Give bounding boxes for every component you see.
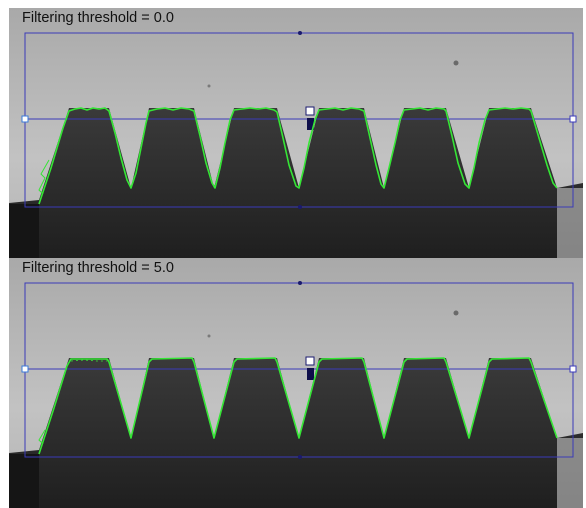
roi-left-handle[interactable]	[21, 115, 29, 123]
dust-speck	[453, 60, 459, 66]
roi-rotate-handle[interactable]	[305, 106, 315, 116]
base-shadow	[9, 204, 39, 258]
roi-right-handle[interactable]	[569, 365, 577, 373]
dust-speck	[453, 310, 459, 316]
caption-threshold-top: Filtering threshold = 0.0	[22, 10, 174, 26]
roi-rotate-handle[interactable]	[305, 356, 315, 366]
comparison-view: Filtering threshold = 0.0 Filtering thre…	[0, 0, 586, 508]
roi-right-handle[interactable]	[569, 115, 577, 123]
caption-threshold-bottom: Filtering threshold = 5.0	[22, 260, 174, 276]
dust-speck	[207, 334, 211, 338]
panel-image-bottom	[9, 258, 583, 508]
roi-bottom-handle[interactable]	[298, 455, 302, 459]
base-shadow	[9, 454, 39, 508]
roi-bottom-handle[interactable]	[298, 205, 302, 209]
roi-left-handle[interactable]	[21, 365, 29, 373]
roi-direction-marker	[307, 368, 314, 380]
right-glare	[557, 188, 583, 258]
right-glare	[557, 438, 583, 508]
panel-image-top	[9, 8, 583, 258]
roi-top-handle[interactable]	[298, 281, 302, 285]
panel-threshold-0: Filtering threshold = 0.0	[9, 8, 583, 258]
dust-speck	[207, 84, 211, 88]
roi-top-handle[interactable]	[298, 31, 302, 35]
panel-threshold-5: Filtering threshold = 5.0	[9, 258, 583, 508]
